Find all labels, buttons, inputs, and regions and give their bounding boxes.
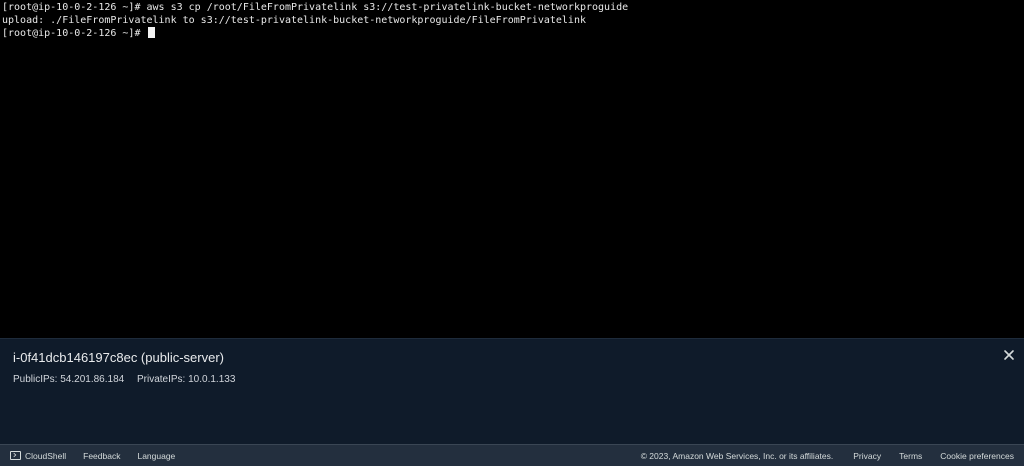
footer-left-group: CloudShell Feedback Language bbox=[10, 445, 175, 466]
public-ips-text: PublicIPs: 54.201.86.184 bbox=[13, 374, 125, 385]
terminal-line-output: upload: ./FileFromPrivatelink to s3://te… bbox=[2, 15, 586, 26]
cloudshell-label: CloudShell bbox=[25, 450, 67, 461]
terminal-output[interactable]: [root@ip-10-0-2-126 ~]# aws s3 cp /root/… bbox=[0, 0, 1024, 338]
terminal-cursor bbox=[147, 27, 155, 38]
terms-link[interactable]: Terms bbox=[899, 451, 922, 461]
instance-title: i-0f41dcb146197c8ec (public-server) bbox=[13, 350, 225, 365]
cloudshell-button[interactable]: CloudShell bbox=[10, 451, 66, 461]
instance-ip-row: PublicIPs: 54.201.86.184 PrivateIPs: 10.… bbox=[13, 374, 235, 385]
privacy-link[interactable]: Privacy bbox=[853, 451, 881, 461]
terminal-prompt-text: [root@ip-10-0-2-126 ~]# bbox=[2, 28, 147, 39]
language-selector[interactable]: Language bbox=[137, 451, 175, 461]
close-panel-button[interactable] bbox=[1002, 348, 1016, 362]
private-ips-text: PrivateIPs: 10.0.1.133 bbox=[136, 374, 236, 385]
close-icon bbox=[1004, 350, 1014, 360]
cookie-preferences-link[interactable]: Cookie preferences bbox=[940, 451, 1014, 461]
copyright-text: © 2023, Amazon Web Services, Inc. or its… bbox=[640, 450, 834, 461]
console-footer: CloudShell Feedback Language © 2023, Ama… bbox=[0, 444, 1024, 466]
terminal-icon bbox=[10, 451, 21, 460]
instance-info-panel: i-0f41dcb146197c8ec (public-server) Publ… bbox=[0, 338, 1024, 444]
feedback-link[interactable]: Feedback bbox=[83, 451, 120, 461]
terminal-line-prompt: [root@ip-10-0-2-126 ~]# bbox=[2, 27, 1024, 40]
cloudshell-window: [root@ip-10-0-2-126 ~]# aws s3 cp /root/… bbox=[0, 0, 1024, 466]
footer-right-group: © 2023, Amazon Web Services, Inc. or its… bbox=[641, 445, 1014, 466]
terminal-line-command: [root@ip-10-0-2-126 ~]# aws s3 cp /root/… bbox=[2, 2, 629, 13]
